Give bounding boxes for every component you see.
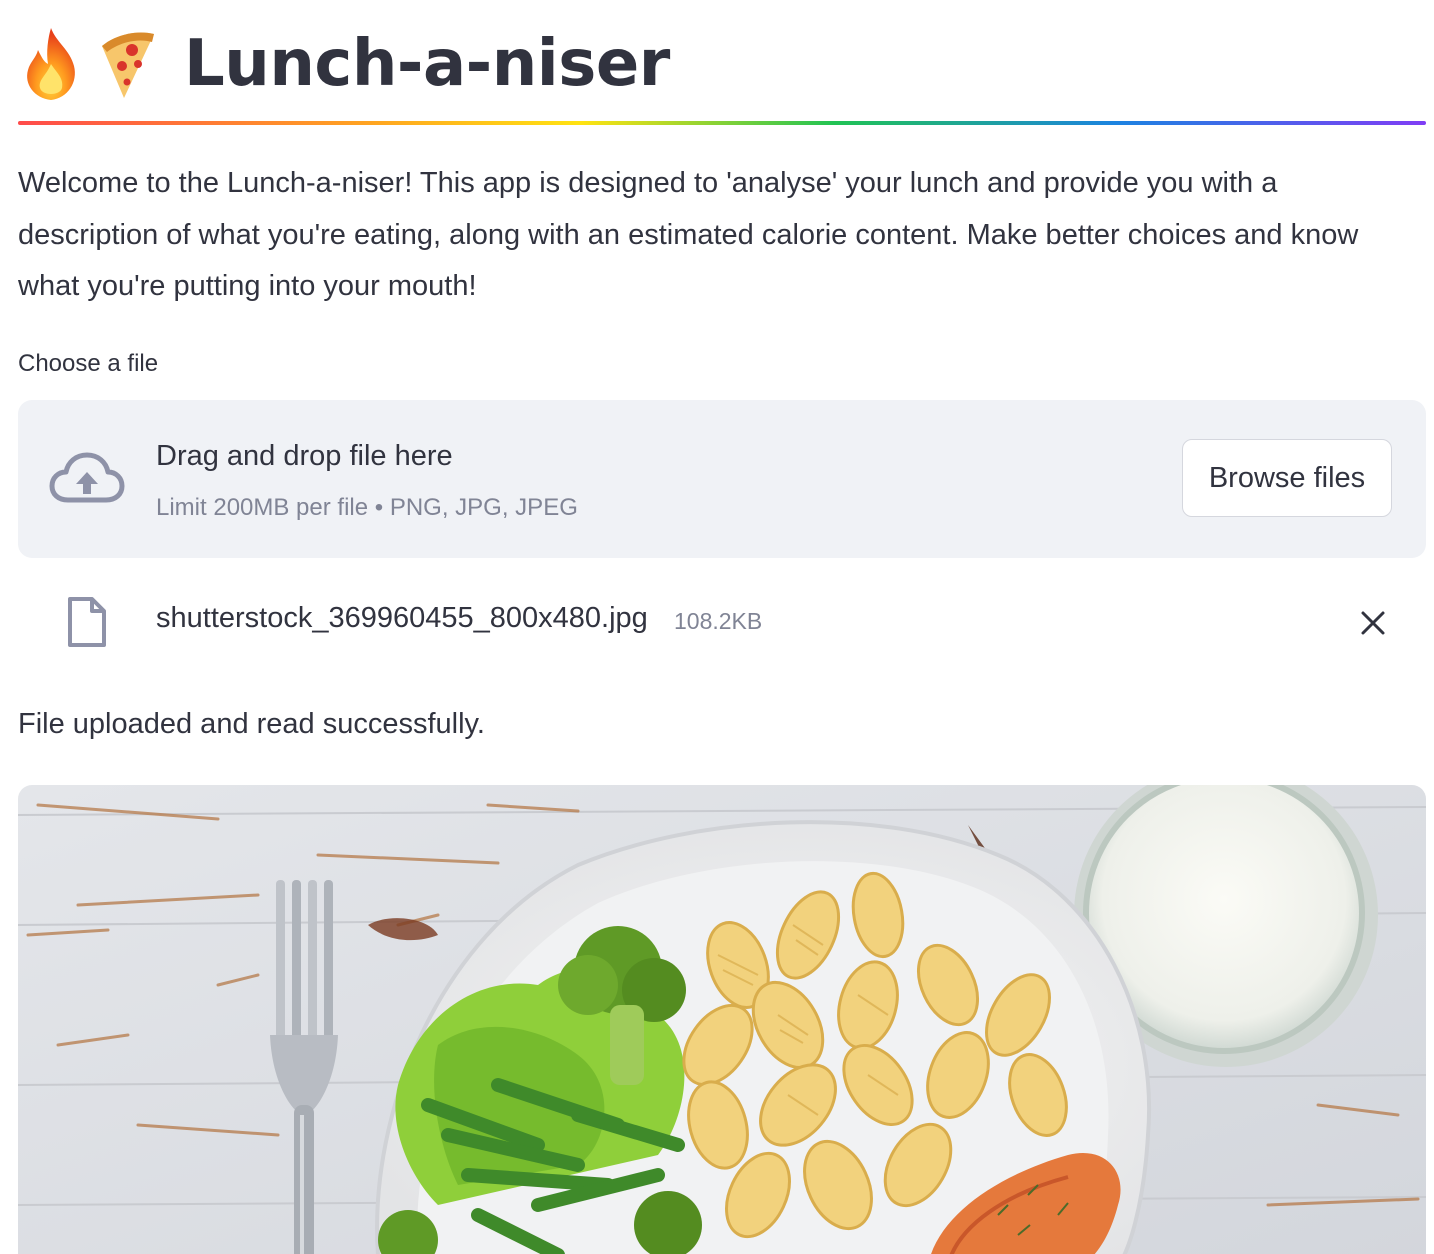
page-title: Lunch-a-niser xyxy=(184,27,670,101)
close-icon[interactable] xyxy=(1358,608,1388,638)
page-header: Lunch-a-niser xyxy=(18,18,670,110)
fire-emoji-icon xyxy=(27,28,75,100)
upload-status-message: File uploaded and read successfully. xyxy=(18,708,485,740)
intro-paragraph: Welcome to the Lunch-a-niser! This app i… xyxy=(18,167,1359,302)
app-page: Lunch-a-niser Welcome to the Lunch-a-nis… xyxy=(0,0,1434,1254)
uploaded-file-name: shutterstock_369960455_800x480.jpg xyxy=(156,602,648,634)
browse-files-button[interactable]: Browse files xyxy=(1182,439,1392,517)
pizza-emoji-icon xyxy=(102,32,154,98)
uploaded-file-size: 108.2KB xyxy=(674,608,763,634)
cloud-upload-icon xyxy=(49,452,125,503)
file-icon xyxy=(68,597,106,647)
title-divider xyxy=(18,121,1426,125)
dropzone-limit-text: Limit 200MB per file • PNG, JPG, JPEG xyxy=(156,494,578,521)
uploaded-file-row: shutterstock_369960455_800x480.jpg 108.2… xyxy=(18,590,1426,654)
dropzone-instructions: Drag and drop file here xyxy=(156,440,453,472)
file-dropzone[interactable]: Drag and drop file here Limit 200MB per … xyxy=(18,400,1426,558)
uploaded-lunch-image xyxy=(18,785,1426,1254)
lunch-photo-illustration xyxy=(18,785,1426,1254)
file-uploader-label: Choose a file xyxy=(18,350,159,377)
